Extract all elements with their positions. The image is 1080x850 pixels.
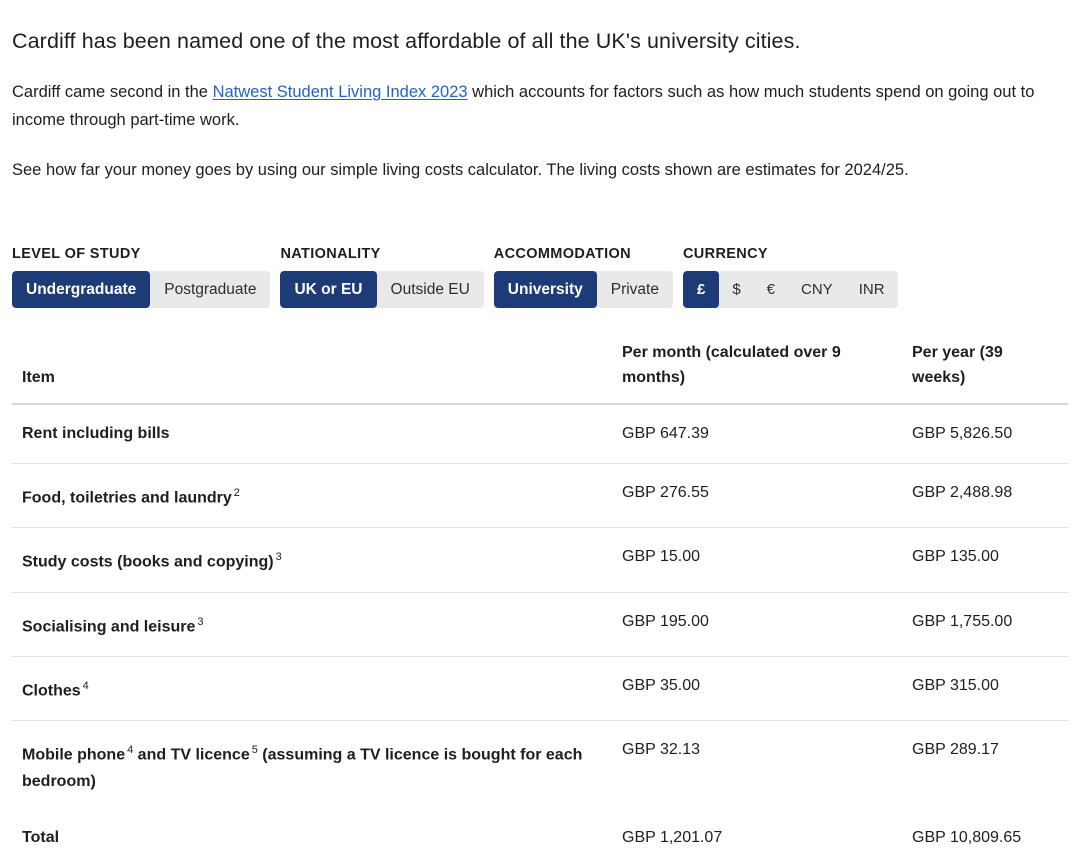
item-label: Total bbox=[22, 829, 59, 846]
cell-per-month: GBP 32.13 bbox=[612, 721, 902, 811]
item-label: Rent including bills bbox=[22, 425, 170, 442]
segment-currency-option-2[interactable]: € bbox=[754, 271, 788, 308]
filter-group-level-of-study: LEVEL OF STUDY UndergraduatePostgraduate bbox=[12, 246, 270, 308]
cell-item: Socialising and leisure3 bbox=[12, 592, 612, 656]
filter-label-nationality: NATIONALITY bbox=[280, 246, 483, 262]
footnote-marker: 3 bbox=[274, 551, 282, 563]
cell-per-year: GBP 5,826.50 bbox=[902, 404, 1068, 464]
intro-paragraph-1: Cardiff came second in the Natwest Stude… bbox=[12, 56, 1042, 134]
cell-per-year: GBP 315.00 bbox=[902, 656, 1068, 720]
table-row: Study costs (books and copying)3GBP 15.0… bbox=[12, 528, 1068, 592]
table-row: Food, toiletries and laundry2GBP 276.55G… bbox=[12, 464, 1068, 528]
cell-per-year: GBP 10,809.65 bbox=[902, 811, 1068, 850]
table-row: Clothes4GBP 35.00GBP 315.00 bbox=[12, 656, 1068, 720]
living-costs-table: Item Per month (calculated over 9 months… bbox=[12, 340, 1068, 850]
footnote-marker: 4 bbox=[81, 680, 89, 692]
table-row: Rent including bills GBP 647.39GBP 5,826.… bbox=[12, 404, 1068, 464]
cell-per-month: GBP 276.55 bbox=[612, 464, 902, 528]
item-text-part-2: and TV licence bbox=[133, 747, 249, 764]
cell-item: Study costs (books and copying)3 bbox=[12, 528, 612, 592]
filter-label-currency: CURRENCY bbox=[683, 246, 898, 262]
cell-item: Clothes4 bbox=[12, 656, 612, 720]
segment-currency-option-1[interactable]: $ bbox=[719, 271, 753, 308]
segment-accommodation-option-1[interactable]: Private bbox=[597, 271, 673, 308]
cell-per-month: GBP 35.00 bbox=[612, 656, 902, 720]
natwest-student-living-index-link[interactable]: Natwest Student Living Index 2023 bbox=[213, 83, 468, 101]
cell-per-year: GBP 1,755.00 bbox=[902, 592, 1068, 656]
cell-per-month: GBP 195.00 bbox=[612, 592, 902, 656]
cell-per-year: GBP 2,488.98 bbox=[902, 464, 1068, 528]
filter-group-nationality: NATIONALITY UK or EUOutside EU bbox=[280, 246, 483, 308]
table-row: Mobile phone4 and TV licence5 (assuming … bbox=[12, 721, 1068, 811]
table-row: Socialising and leisure3GBP 195.00GBP 1,… bbox=[12, 592, 1068, 656]
segmented-control-nationality: UK or EUOutside EU bbox=[280, 271, 483, 308]
cell-per-year: GBP 135.00 bbox=[902, 528, 1068, 592]
cell-per-month: GBP 647.39 bbox=[612, 404, 902, 464]
segment-currency-option-4[interactable]: INR bbox=[846, 271, 898, 308]
cell-item: Total bbox=[12, 811, 612, 850]
column-header-item: Item bbox=[12, 340, 612, 404]
item-label: Clothes bbox=[22, 682, 81, 699]
filter-group-accommodation: ACCOMMODATION UniversityPrivate bbox=[494, 246, 673, 308]
intro-paragraph-2: See how far your money goes by using our… bbox=[12, 134, 1042, 184]
segment-currency-option-3[interactable]: CNY bbox=[788, 271, 846, 308]
cell-item: Rent including bills bbox=[12, 404, 612, 464]
living-costs-table-wrapper: Item Per month (calculated over 9 months… bbox=[0, 340, 1080, 850]
segmented-control-level-of-study: UndergraduatePostgraduate bbox=[12, 271, 270, 308]
segmented-control-currency: £$€CNYINR bbox=[683, 271, 898, 308]
filter-label-accommodation: ACCOMMODATION bbox=[494, 246, 673, 262]
segment-nationality-option-1[interactable]: Outside EU bbox=[377, 271, 484, 308]
segment-level-of-study-option-0[interactable]: Undergraduate bbox=[12, 271, 150, 308]
living-costs-page: Cardiff has been named one of the most a… bbox=[0, 0, 1080, 850]
calculator-filters: LEVEL OF STUDY UndergraduatePostgraduate N… bbox=[0, 246, 1080, 308]
footnote-marker: 2 bbox=[232, 487, 240, 499]
filter-label-level-of-study: LEVEL OF STUDY bbox=[12, 246, 270, 262]
table-row-total: Total GBP 1,201.07GBP 10,809.65 bbox=[12, 811, 1068, 850]
segment-accommodation-option-0[interactable]: University bbox=[494, 271, 597, 308]
table-header-row: Item Per month (calculated over 9 months… bbox=[12, 340, 1068, 404]
cell-per-month: GBP 15.00 bbox=[612, 528, 902, 592]
footnote-marker: 3 bbox=[195, 616, 203, 628]
segment-currency-option-0[interactable]: £ bbox=[683, 271, 719, 308]
table-head: Item Per month (calculated over 9 months… bbox=[12, 340, 1068, 404]
cell-item: Mobile phone4 and TV licence5 (assuming … bbox=[12, 721, 612, 811]
page-headline: Cardiff has been named one of the most a… bbox=[12, 0, 1068, 56]
cell-per-year: GBP 289.17 bbox=[902, 721, 1068, 811]
cell-item: Food, toiletries and laundry2 bbox=[12, 464, 612, 528]
item-label: Food, toiletries and laundry bbox=[22, 489, 232, 506]
footnote-marker-2: 5 bbox=[250, 744, 258, 756]
filter-group-currency: CURRENCY £$€CNYINR bbox=[683, 246, 898, 308]
segment-nationality-option-0[interactable]: UK or EU bbox=[280, 271, 376, 308]
cell-per-month: GBP 1,201.07 bbox=[612, 811, 902, 850]
item-label: Socialising and leisure bbox=[22, 618, 195, 635]
intro-section: Cardiff has been named one of the most a… bbox=[0, 0, 1080, 184]
segment-level-of-study-option-1[interactable]: Postgraduate bbox=[150, 271, 270, 308]
table-body: Rent including bills GBP 647.39GBP 5,826.… bbox=[12, 404, 1068, 850]
column-header-per-month: Per month (calculated over 9 months) bbox=[612, 340, 902, 404]
segmented-control-accommodation: UniversityPrivate bbox=[494, 271, 673, 308]
item-text-part-1: Mobile phone bbox=[22, 747, 125, 764]
column-header-per-year: Per year (39 weeks) bbox=[902, 340, 1068, 404]
paragraph-1-text-before: Cardiff came second in the bbox=[12, 83, 213, 101]
item-label: Study costs (books and copying) bbox=[22, 554, 274, 571]
